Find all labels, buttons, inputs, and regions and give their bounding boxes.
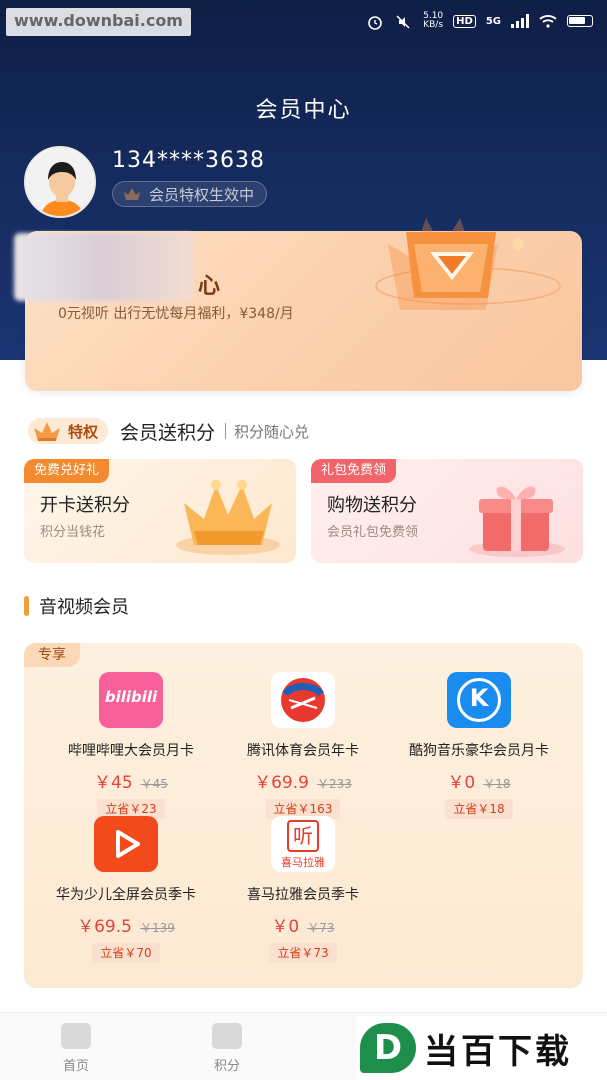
product-prices: ￥0 ￥18 (389, 768, 569, 793)
product-prices: ￥45 ￥45 (41, 768, 221, 793)
promo-subtitle: 积分当钱花 (40, 525, 106, 540)
product-name: 华为少儿全屏会员季卡 (56, 887, 196, 903)
product-bilibili[interactable]: bilibili 哔哩哔哩大会员月卡 ￥45 ￥45 立省￥23 (41, 672, 221, 819)
battery-icon (567, 15, 593, 27)
product-name: 酷狗音乐豪华会员月卡 (409, 743, 549, 759)
mute-icon (395, 14, 413, 29)
product-price: ￥69.5 (77, 917, 132, 937)
product-price: ￥45 (94, 773, 133, 793)
avatar[interactable] (24, 146, 96, 218)
page-title: 会员中心 (255, 98, 352, 123)
vip-status-badge: 会员特权生效中 (112, 181, 268, 207)
exclusive-tag: 专享 (24, 643, 80, 667)
promo-title: 开卡送积分 (40, 495, 130, 516)
user-phone: 134****3638 (112, 148, 265, 173)
product-name: 腾讯体育会员年卡 (247, 743, 359, 759)
net-speed: 5.10 KB/s (423, 11, 444, 30)
privilege-row: 特权 会员送积分 积分随心兑 (28, 416, 309, 446)
product-original-price: ￥45 (140, 777, 168, 791)
gold-crown-icon (176, 480, 280, 555)
brand-watermark-logo: D 当百下载 (356, 1016, 607, 1080)
promo-title: 购物送积分 (327, 495, 417, 516)
card-title: 心 (198, 274, 221, 299)
product-tencent-sports[interactable]: 腾讯体育会员年卡 ￥69.9 ￥233 立省￥163 (213, 672, 393, 819)
card-blurred-title (14, 233, 194, 301)
signal-label: 5G (485, 15, 501, 27)
section-accent-bar (24, 596, 29, 616)
divider (225, 423, 227, 439)
crown-icon (124, 188, 140, 200)
bilibili-logo-icon: bilibili (99, 672, 163, 728)
privilege-title: 会员送积分 (120, 421, 216, 444)
product-prices: ￥69.9 ￥233 (213, 768, 393, 793)
tab-points[interactable]: 积分 (187, 1023, 267, 1074)
alarm-icon (367, 14, 385, 30)
brand-text: 当百下载 (424, 1031, 572, 1072)
product-name: 喜马拉雅会员季卡 (247, 887, 359, 903)
product-name: 哔哩哔哩大会员月卡 (68, 743, 194, 759)
watermark: www.downbai.com (6, 8, 191, 36)
vip-crown-icon (375, 218, 561, 310)
gift-crown-icon (34, 422, 60, 441)
status-bar: www.downbai.com 5.10 KB/s HD 5G (0, 0, 607, 44)
product-price: ￥0 (271, 917, 300, 937)
play-logo-icon (94, 816, 158, 872)
brand-mark-icon: D (360, 1023, 416, 1073)
promo-subtitle: 会员礼包免费领 (327, 525, 419, 540)
tab-home[interactable]: 首页 (36, 1023, 116, 1074)
product-kugou[interactable]: K 酷狗音乐豪华会员月卡 ￥0 ￥18 立省￥18 (389, 672, 569, 819)
product-original-price: ￥139 (139, 921, 175, 935)
bag-icon (212, 1023, 242, 1049)
privilege-tag: 特权 (28, 418, 109, 444)
gift-box-icon (469, 486, 565, 557)
product-prices: ￥69.5 ￥139 (36, 912, 216, 937)
privilege-subtitle: 积分随心兑 (234, 422, 310, 441)
product-savings: 立省￥18 (445, 799, 513, 819)
status-icons: 5.10 KB/s HD 5G (367, 12, 593, 30)
home-icon (61, 1023, 91, 1049)
promo-card-shopping[interactable]: 礼包免费领 购物送积分 会员礼包免费领 (311, 459, 583, 563)
hd-badge: HD (453, 14, 476, 28)
wifi-icon (539, 14, 557, 28)
product-price: ￥0 (447, 773, 476, 793)
section-heading: 音视频会员 (24, 593, 129, 619)
product-savings: 立省￥70 (92, 943, 160, 963)
tencent-sports-logo-icon (271, 672, 335, 728)
product-ximalaya[interactable]: 听 喜马拉雅 喜马拉雅会员季卡 ￥0 ￥73 立省￥73 (213, 816, 393, 963)
cell-signal-icon (511, 14, 529, 28)
product-original-price: ￥233 (316, 777, 352, 791)
product-original-price: ￥73 (307, 921, 335, 935)
product-original-price: ￥18 (483, 777, 511, 791)
product-savings: 立省￥73 (269, 943, 337, 963)
promo-tag: 礼包免费领 (311, 459, 397, 483)
product-prices: ￥0 ￥73 (213, 912, 393, 937)
product-huawei-kids[interactable]: 华为少儿全屏会员季卡 ￥69.5 ￥139 立省￥70 (36, 816, 216, 963)
kugou-logo-icon: K (447, 672, 511, 728)
promo-tag: 免费兑好礼 (24, 459, 110, 483)
product-price: ￥69.9 (254, 773, 309, 793)
ximalaya-logo-icon: 听 喜马拉雅 (271, 816, 335, 872)
promo-card-open-card[interactable]: 免费兑好礼 开卡送积分 积分当钱花 (24, 459, 296, 563)
card-description: 0元视听 出行无忧每月福利，¥348/月 (58, 306, 294, 322)
section-title: 音视频会员 (39, 597, 129, 618)
